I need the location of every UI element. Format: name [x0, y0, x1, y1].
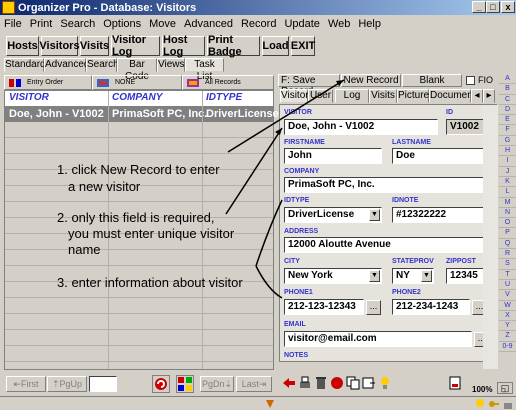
annotation-arrows [225, 79, 345, 299]
arrow-line [255, 265, 283, 299]
arrow-head [275, 128, 282, 135]
arrow-line [255, 199, 283, 267]
arrow-line [225, 127, 283, 215]
arrow-line [227, 79, 345, 153]
